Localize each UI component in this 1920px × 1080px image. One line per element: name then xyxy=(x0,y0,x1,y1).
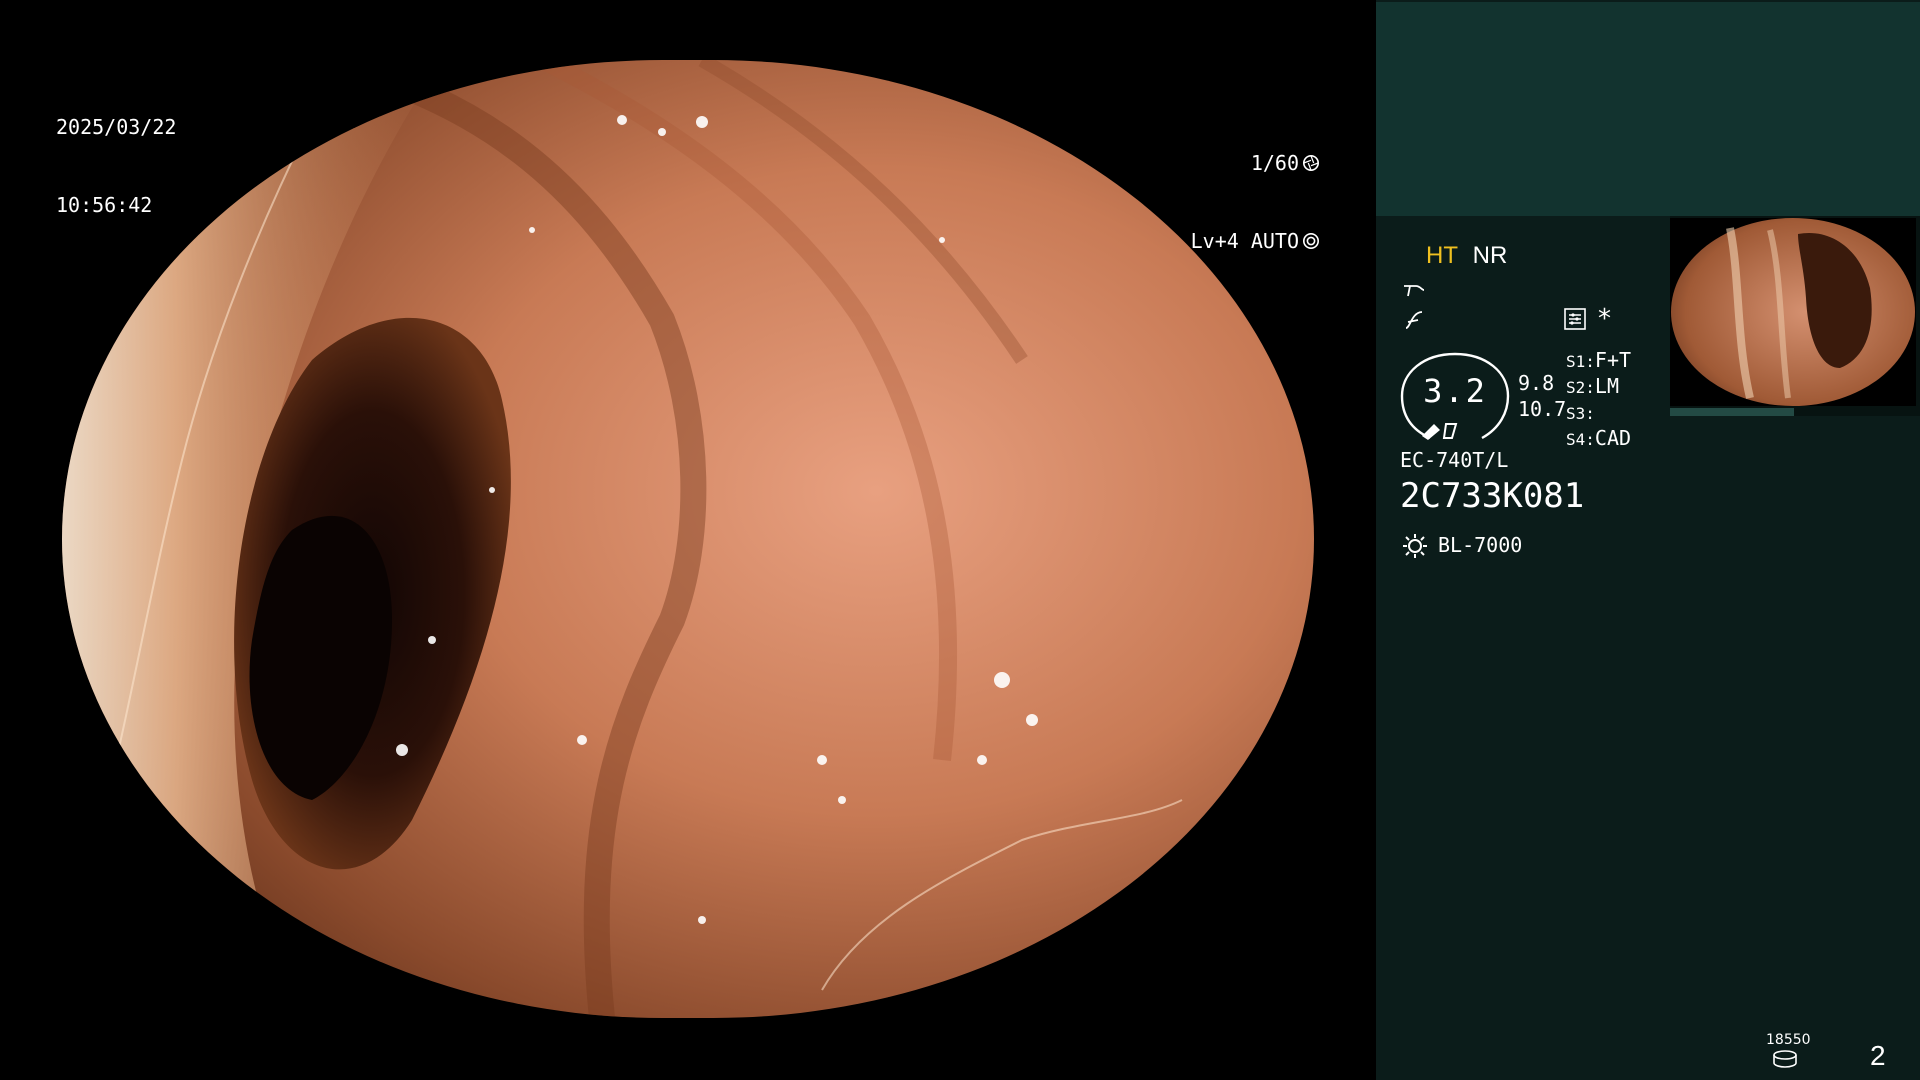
datetime-overlay: 2025/03/22 10:56:42 xyxy=(56,62,176,270)
structure-enhance-icon xyxy=(1404,285,1425,297)
scope-serial-number: 2C733K081 xyxy=(1400,476,1585,516)
mag-side-value-1: 9.8 xyxy=(1518,371,1555,395)
captured-thumbnail[interactable] xyxy=(1670,216,1920,416)
image-mode-row: HT NR xyxy=(1426,242,1507,270)
status-panel: HT NR * 3.2 9.8 10.7 S1:F+T S2:LM S3: S4… xyxy=(1376,0,1920,1080)
storage-icon xyxy=(1773,1050,1797,1068)
light-source-row: BL-7000 xyxy=(1400,530,1522,560)
date-text: 2025/03/22 xyxy=(56,115,177,139)
star-marker: * xyxy=(1598,304,1611,334)
page-number: 2 xyxy=(1870,1040,1886,1071)
settings-list-icon xyxy=(1564,308,1586,330)
level-text: Lv+4 AUTO xyxy=(1190,229,1299,253)
panel-header-block xyxy=(1376,2,1920,216)
switch-item-s1: S1:F+T xyxy=(1566,348,1632,372)
shutter-row: 1/60 xyxy=(1150,150,1320,176)
switch-item-s4: S4:CAD xyxy=(1566,426,1632,450)
nr-mode-label: NR xyxy=(1472,242,1508,269)
thumbnail-caption-bar xyxy=(1670,408,1794,416)
scope-switch-list: S1:F+T S2:LM S3: S4:CAD xyxy=(1566,348,1631,452)
time-text: 10:56:42 xyxy=(56,193,153,217)
colon-lumen-image xyxy=(62,60,1314,1018)
light-source-label: BL-7000 xyxy=(1438,533,1523,557)
gamma-curve-icon xyxy=(1405,311,1423,329)
panel-body: HT NR * 3.2 9.8 10.7 S1:F+T S2:LM S3: S4… xyxy=(1376,216,1920,1080)
endoscopy-monitor: 2025/03/22 10:56:42 1/60 Lv+4 AUTO HT NR… xyxy=(0,0,1920,1080)
switch-item-s2: S2:LM xyxy=(1566,374,1619,398)
light-source-icon xyxy=(1403,534,1427,558)
endoscope-image xyxy=(62,60,1314,1018)
ht-mode-label: HT xyxy=(1426,242,1458,269)
exposure-overlay: 1/60 Lv+4 AUTO xyxy=(1150,98,1320,306)
switch-item-s3: S3: xyxy=(1566,404,1595,423)
level-row: Lv+4 AUTO xyxy=(1150,228,1320,254)
shutter-text: 1/60 xyxy=(1250,151,1299,175)
scope-model-label: EC-740T/L xyxy=(1400,448,1509,472)
magnification-value: 3.2 xyxy=(1423,372,1487,410)
magnification-side-values: 9.8 10.7 xyxy=(1518,370,1566,422)
auto-iris-icon xyxy=(1302,232,1320,250)
mag-side-value-2: 10.7 xyxy=(1518,397,1567,421)
image-counter: 18550 xyxy=(1766,1032,1811,1048)
thumbnail-image xyxy=(1670,218,1916,406)
live-view-area: 2025/03/22 10:56:42 1/60 Lv+4 AUTO xyxy=(0,0,1376,1080)
shutter-icon xyxy=(1302,154,1320,172)
